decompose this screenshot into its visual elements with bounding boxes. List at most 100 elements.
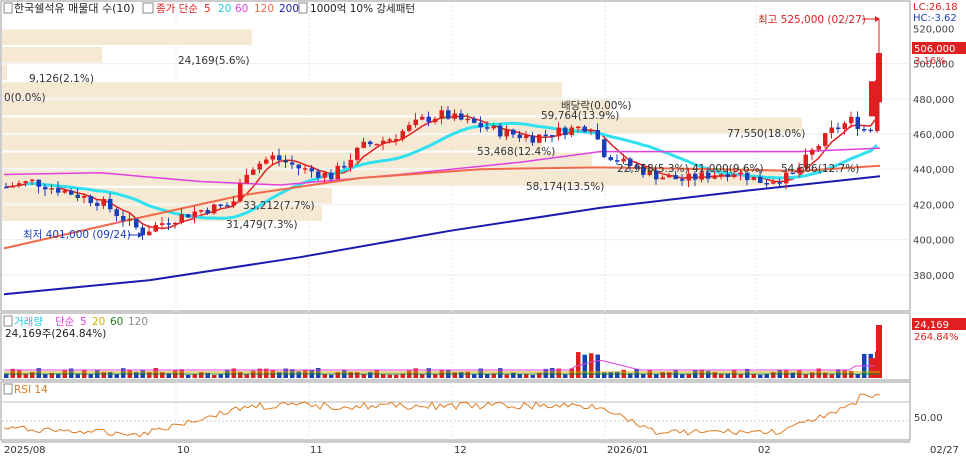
candle-body bbox=[199, 210, 204, 212]
candle-body bbox=[101, 198, 106, 206]
rsi-collapse-icon[interactable] bbox=[3, 383, 13, 395]
volume-bar bbox=[218, 374, 223, 378]
candle-body bbox=[511, 129, 516, 135]
candle-body bbox=[563, 127, 568, 136]
overlay-toggle-icon[interactable] bbox=[298, 2, 308, 14]
volume-bar bbox=[634, 368, 639, 378]
stock-chart: 한국쉘석유 매물대 수(10) 종가 단순 5 20 60 120 200 10… bbox=[0, 0, 966, 456]
x-label-right: 02/27 bbox=[930, 445, 959, 456]
candle-body bbox=[576, 126, 581, 129]
candle-body bbox=[309, 168, 314, 172]
candle-body bbox=[673, 175, 678, 180]
current-change: 3.16% bbox=[914, 56, 946, 67]
candle-body bbox=[608, 157, 613, 161]
candle-body bbox=[212, 204, 217, 214]
volume-bar bbox=[277, 372, 282, 378]
candle-body bbox=[30, 179, 35, 182]
candle-body bbox=[855, 116, 860, 130]
candle-body bbox=[439, 110, 444, 119]
candle-body bbox=[465, 118, 470, 121]
candle-body bbox=[36, 179, 41, 187]
x-label: 10 bbox=[177, 445, 190, 456]
collapse-icon[interactable] bbox=[3, 2, 13, 14]
candle-body bbox=[660, 177, 665, 180]
y-tick: 380,000 bbox=[913, 271, 954, 282]
candle-body bbox=[381, 140, 386, 144]
candle-body bbox=[296, 164, 301, 169]
volume-bar bbox=[660, 371, 665, 378]
x-label: 02 bbox=[758, 445, 771, 456]
candle-body bbox=[413, 119, 418, 126]
candle-body bbox=[56, 188, 61, 193]
profile-label: 31,479(7.3%) bbox=[226, 219, 298, 231]
candle-body bbox=[4, 186, 9, 189]
ma120-label: 120 bbox=[254, 3, 274, 15]
volume-bar bbox=[485, 374, 490, 378]
candle-body bbox=[777, 182, 782, 184]
candle-body bbox=[290, 162, 295, 165]
settings-icon[interactable] bbox=[142, 2, 154, 14]
candle-body bbox=[173, 222, 178, 225]
volume-bar bbox=[602, 372, 607, 378]
candle-body bbox=[192, 211, 197, 218]
rsi-title: RSI 14 bbox=[14, 384, 48, 396]
volume-bar bbox=[212, 374, 217, 378]
candle-body bbox=[69, 190, 74, 195]
candle-body bbox=[329, 172, 334, 180]
candle-body bbox=[303, 168, 308, 170]
candle-body bbox=[680, 179, 685, 181]
profile-band bbox=[2, 64, 7, 81]
rsi-tick: 50.00 bbox=[914, 413, 943, 424]
volume-bar bbox=[452, 372, 457, 378]
candle-body bbox=[823, 133, 828, 146]
candle-body bbox=[277, 155, 282, 161]
candle-body bbox=[751, 176, 756, 181]
lc-readout: LC:26.18 bbox=[913, 2, 958, 13]
volume-bar bbox=[738, 374, 743, 378]
candle-body bbox=[108, 198, 113, 210]
candle-body bbox=[543, 134, 548, 137]
x-label: 2026/01 bbox=[607, 445, 649, 456]
volume-bar bbox=[355, 372, 360, 378]
candle-body bbox=[322, 172, 327, 178]
candle-body bbox=[550, 135, 555, 137]
volume-bar bbox=[472, 374, 477, 378]
volume-bar bbox=[108, 371, 113, 378]
candle-body bbox=[88, 196, 93, 203]
profile-label: 9,126(2.1%) bbox=[29, 73, 94, 85]
candle-body bbox=[569, 127, 574, 136]
candle-body bbox=[667, 175, 672, 178]
candle-body bbox=[374, 143, 379, 146]
candle-body bbox=[179, 214, 184, 223]
candle-body bbox=[127, 218, 132, 221]
candle-body bbox=[316, 171, 321, 178]
candle-body bbox=[251, 169, 256, 175]
x-label: 11 bbox=[310, 445, 323, 456]
candle-body bbox=[556, 127, 561, 137]
candle-body bbox=[114, 209, 119, 216]
volume-bar bbox=[134, 372, 139, 378]
volume-bar bbox=[147, 372, 152, 378]
volume-bar bbox=[582, 354, 587, 378]
candle-body bbox=[257, 163, 262, 170]
candle-body bbox=[231, 201, 236, 206]
candle-body bbox=[17, 183, 22, 187]
price-ma-label: 종가 단순 bbox=[156, 3, 198, 15]
candle-body bbox=[361, 141, 366, 148]
volume-bar bbox=[524, 374, 529, 378]
volume-current-pct: 264.84% bbox=[914, 332, 959, 343]
volume-bar bbox=[335, 372, 340, 378]
volume-bar bbox=[192, 373, 197, 378]
profile-label: 77,550(18.0%) bbox=[727, 128, 805, 140]
current-price: 506,000 bbox=[914, 44, 955, 55]
volume-collapse-icon[interactable] bbox=[3, 315, 13, 327]
vol-ma5-label: 5 bbox=[80, 316, 87, 328]
profile-label: 58,174(13.5%) bbox=[526, 181, 604, 193]
candle-body bbox=[270, 155, 275, 160]
ma20-label: 20 bbox=[218, 3, 231, 15]
volume-bar bbox=[101, 371, 106, 378]
volume-bar bbox=[764, 374, 769, 378]
candle-body bbox=[472, 118, 477, 123]
ma200-label: 200 bbox=[279, 3, 299, 15]
volume-bar bbox=[680, 374, 685, 378]
